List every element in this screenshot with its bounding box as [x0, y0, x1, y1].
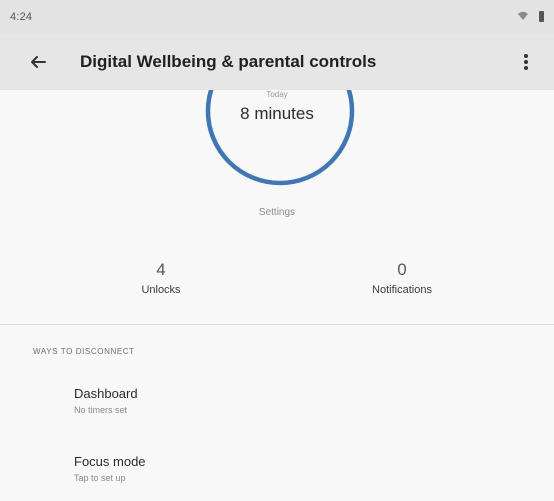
notifications-count: 0	[397, 260, 407, 279]
list-item-dashboard[interactable]: Dashboard No timers set	[0, 386, 554, 436]
notifications-label: Notifications	[372, 284, 432, 296]
status-time: 4:24	[10, 11, 33, 23]
dashboard-subtitle: No timers set	[74, 405, 128, 415]
section-divider	[0, 324, 554, 325]
unlocks-stat[interactable]: 4 Unlocks	[81, 260, 241, 296]
app-bar: Digital Wellbeing & parental controls	[0, 34, 554, 90]
wellbeing-content: Today 8 minutes Settings 4 Unlocks 0 Not…	[0, 90, 554, 501]
usage-caption: Today	[266, 90, 288, 99]
settings-link[interactable]: Settings	[0, 207, 554, 218]
page-title: Digital Wellbeing & parental controls	[80, 52, 377, 71]
status-icons	[517, 10, 544, 22]
focus-mode-title: Focus mode	[74, 454, 146, 469]
notifications-stat[interactable]: 0 Notifications	[322, 260, 482, 296]
wifi-icon	[518, 11, 528, 20]
back-button[interactable]	[26, 50, 50, 74]
status-bar: 4:24	[0, 0, 554, 34]
ways-to-disconnect-header: WAYS TO DISCONNECT	[33, 347, 135, 356]
list-item-focus-mode[interactable]: Focus mode Tap to set up	[0, 454, 554, 501]
dashboard-title: Dashboard	[74, 386, 138, 401]
arrow-left-icon	[31, 56, 46, 68]
battery-icon	[539, 10, 544, 22]
overflow-menu-button[interactable]	[514, 50, 538, 74]
unlocks-label: Unlocks	[141, 284, 181, 296]
unlocks-count: 4	[156, 260, 166, 279]
more-vertical-icon	[524, 54, 528, 70]
focus-mode-subtitle: Tap to set up	[74, 473, 126, 483]
usage-total: 8 minutes	[240, 104, 314, 123]
